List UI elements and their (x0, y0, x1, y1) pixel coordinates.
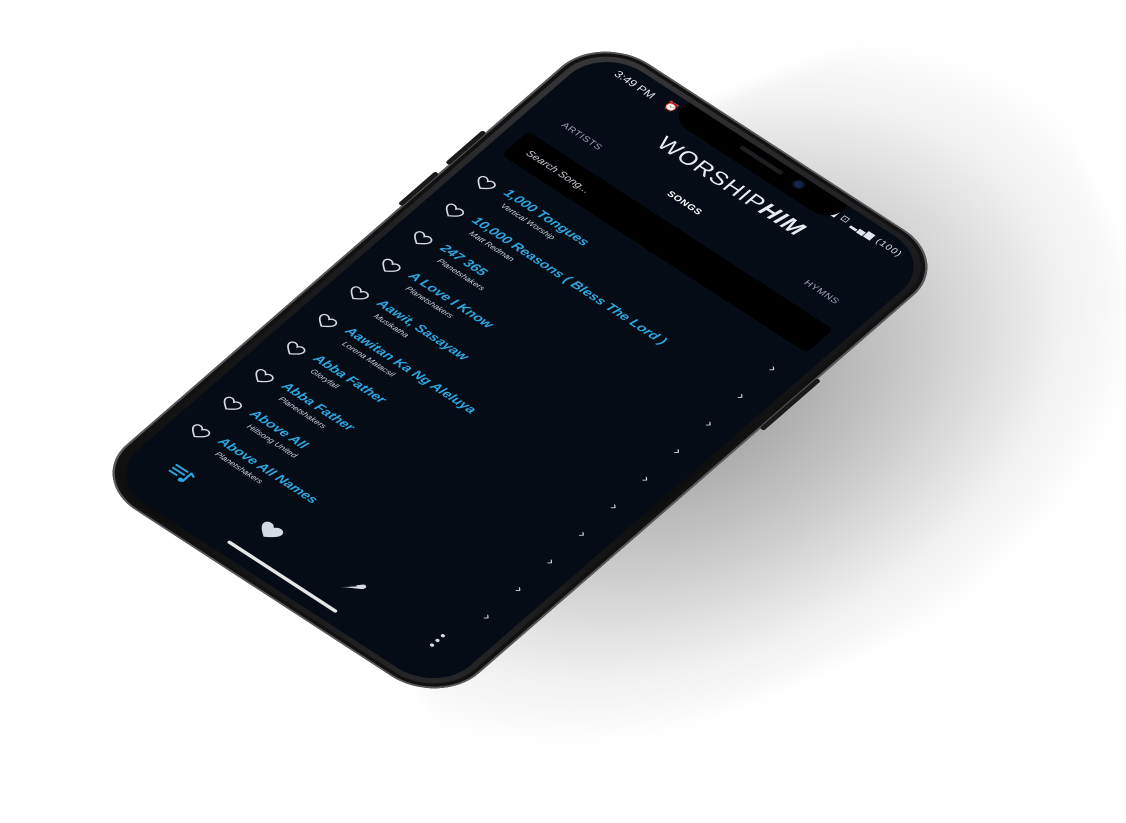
tab-artists[interactable]: ARTISTS (559, 121, 605, 152)
phone-device: 3:49 PM ⏰ ▂▄▆ ⊡ ▂▄▆ (100) WORSHIPHIM ART… (87, 32, 953, 708)
chevron-right-icon[interactable]: › (575, 528, 591, 541)
heart-outline-icon[interactable] (216, 394, 245, 415)
phone-mockup: 3:49 PM ⏰ ▂▄▆ ⊡ ▂▄▆ (100) WORSHIPHIM ART… (0, 0, 1126, 796)
tab-songs[interactable]: SONGS (664, 190, 704, 217)
chevron-right-icon[interactable]: › (638, 473, 654, 486)
chevron-right-icon[interactable]: › (479, 611, 495, 624)
heart-outline-icon[interactable] (312, 311, 341, 332)
heart-outline-icon[interactable] (248, 366, 277, 387)
heart-outline-icon[interactable] (470, 173, 499, 194)
feather-icon[interactable] (332, 570, 374, 602)
chevron-right-icon[interactable]: › (733, 390, 749, 403)
front-camera (791, 179, 806, 190)
heart-outline-icon[interactable] (343, 284, 372, 305)
heart-outline-icon[interactable] (185, 422, 214, 443)
chevron-right-icon[interactable]: › (765, 362, 781, 375)
chevron-right-icon[interactable]: › (511, 583, 527, 596)
heart-outline-icon[interactable] (407, 229, 436, 250)
song-list-icon[interactable] (160, 458, 202, 490)
heart-outline-icon[interactable] (439, 201, 468, 222)
heart-filled-icon[interactable] (249, 516, 291, 548)
chevron-right-icon[interactable]: › (606, 500, 622, 513)
heart-outline-icon[interactable] (280, 339, 309, 360)
chevron-right-icon[interactable]: › (543, 555, 559, 568)
tab-hymns[interactable]: HYMNS (801, 279, 841, 306)
heart-outline-icon[interactable] (375, 256, 404, 277)
chevron-right-icon[interactable]: › (702, 417, 718, 430)
more-vertical-icon[interactable] (416, 625, 458, 657)
chevron-right-icon[interactable]: › (670, 445, 686, 458)
